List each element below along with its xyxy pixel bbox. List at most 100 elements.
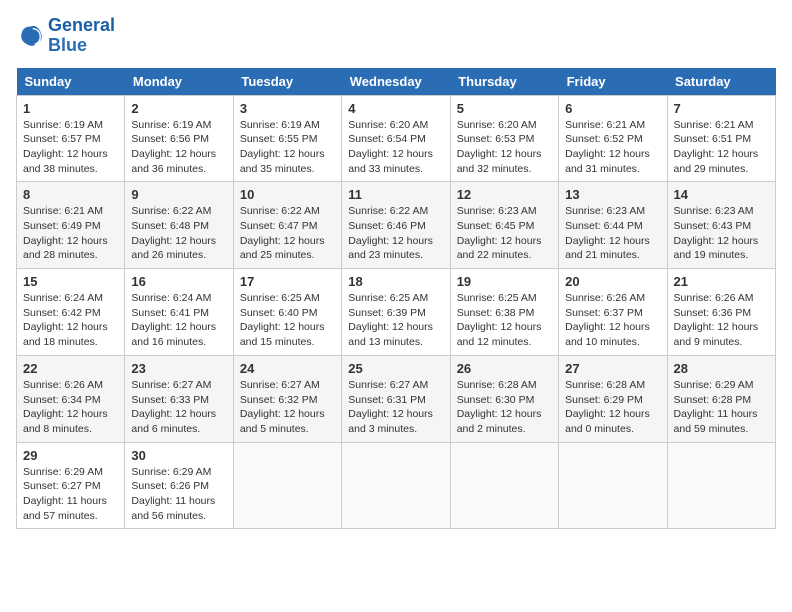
day-info: Sunrise: 6:25 AMSunset: 6:40 PMDaylight:… [240, 292, 325, 348]
table-row [233, 442, 341, 529]
day-info: Sunrise: 6:27 AMSunset: 6:31 PMDaylight:… [348, 379, 433, 435]
day-number: 30 [131, 448, 226, 463]
day-number: 29 [23, 448, 118, 463]
day-number: 24 [240, 361, 335, 376]
column-header-tuesday: Tuesday [233, 68, 341, 96]
column-header-thursday: Thursday [450, 68, 558, 96]
calendar-header-row: SundayMondayTuesdayWednesdayThursdayFrid… [17, 68, 776, 96]
day-info: Sunrise: 6:28 AMSunset: 6:29 PMDaylight:… [565, 379, 650, 435]
day-info: Sunrise: 6:25 AMSunset: 6:39 PMDaylight:… [348, 292, 433, 348]
day-number: 18 [348, 274, 443, 289]
day-number: 26 [457, 361, 552, 376]
day-number: 28 [674, 361, 769, 376]
day-info: Sunrise: 6:27 AMSunset: 6:33 PMDaylight:… [131, 379, 216, 435]
day-info: Sunrise: 6:23 AMSunset: 6:43 PMDaylight:… [674, 205, 759, 261]
table-row: 3 Sunrise: 6:19 AMSunset: 6:55 PMDayligh… [233, 95, 341, 182]
day-number: 27 [565, 361, 660, 376]
logo-general: General [48, 15, 115, 35]
day-info: Sunrise: 6:24 AMSunset: 6:42 PMDaylight:… [23, 292, 108, 348]
day-info: Sunrise: 6:28 AMSunset: 6:30 PMDaylight:… [457, 379, 542, 435]
table-row: 10 Sunrise: 6:22 AMSunset: 6:47 PMDaylig… [233, 182, 341, 269]
calendar-week-row: 1 Sunrise: 6:19 AMSunset: 6:57 PMDayligh… [17, 95, 776, 182]
table-row: 22 Sunrise: 6:26 AMSunset: 6:34 PMDaylig… [17, 355, 125, 442]
table-row: 18 Sunrise: 6:25 AMSunset: 6:39 PMDaylig… [342, 269, 450, 356]
table-row: 5 Sunrise: 6:20 AMSunset: 6:53 PMDayligh… [450, 95, 558, 182]
table-row: 15 Sunrise: 6:24 AMSunset: 6:42 PMDaylig… [17, 269, 125, 356]
day-info: Sunrise: 6:19 AMSunset: 6:55 PMDaylight:… [240, 119, 325, 175]
day-info: Sunrise: 6:23 AMSunset: 6:44 PMDaylight:… [565, 205, 650, 261]
day-info: Sunrise: 6:21 AMSunset: 6:52 PMDaylight:… [565, 119, 650, 175]
table-row: 20 Sunrise: 6:26 AMSunset: 6:37 PMDaylig… [559, 269, 667, 356]
day-info: Sunrise: 6:26 AMSunset: 6:37 PMDaylight:… [565, 292, 650, 348]
day-number: 21 [674, 274, 769, 289]
day-info: Sunrise: 6:21 AMSunset: 6:51 PMDaylight:… [674, 119, 759, 175]
column-header-wednesday: Wednesday [342, 68, 450, 96]
table-row: 24 Sunrise: 6:27 AMSunset: 6:32 PMDaylig… [233, 355, 341, 442]
table-row: 30 Sunrise: 6:29 AMSunset: 6:26 PMDaylig… [125, 442, 233, 529]
day-number: 11 [348, 187, 443, 202]
day-info: Sunrise: 6:21 AMSunset: 6:49 PMDaylight:… [23, 205, 108, 261]
calendar-week-row: 15 Sunrise: 6:24 AMSunset: 6:42 PMDaylig… [17, 269, 776, 356]
day-number: 12 [457, 187, 552, 202]
day-info: Sunrise: 6:23 AMSunset: 6:45 PMDaylight:… [457, 205, 542, 261]
day-info: Sunrise: 6:22 AMSunset: 6:46 PMDaylight:… [348, 205, 433, 261]
table-row: 6 Sunrise: 6:21 AMSunset: 6:52 PMDayligh… [559, 95, 667, 182]
day-number: 8 [23, 187, 118, 202]
day-info: Sunrise: 6:29 AMSunset: 6:27 PMDaylight:… [23, 466, 107, 522]
table-row: 2 Sunrise: 6:19 AMSunset: 6:56 PMDayligh… [125, 95, 233, 182]
day-number: 23 [131, 361, 226, 376]
day-info: Sunrise: 6:26 AMSunset: 6:34 PMDaylight:… [23, 379, 108, 435]
day-info: Sunrise: 6:20 AMSunset: 6:54 PMDaylight:… [348, 119, 433, 175]
day-number: 22 [23, 361, 118, 376]
table-row: 12 Sunrise: 6:23 AMSunset: 6:45 PMDaylig… [450, 182, 558, 269]
table-row: 7 Sunrise: 6:21 AMSunset: 6:51 PMDayligh… [667, 95, 775, 182]
table-row: 13 Sunrise: 6:23 AMSunset: 6:44 PMDaylig… [559, 182, 667, 269]
logo-icon [16, 22, 44, 50]
table-row: 9 Sunrise: 6:22 AMSunset: 6:48 PMDayligh… [125, 182, 233, 269]
day-number: 6 [565, 101, 660, 116]
table-row: 17 Sunrise: 6:25 AMSunset: 6:40 PMDaylig… [233, 269, 341, 356]
day-number: 5 [457, 101, 552, 116]
day-number: 14 [674, 187, 769, 202]
table-row [450, 442, 558, 529]
table-row [559, 442, 667, 529]
day-info: Sunrise: 6:19 AMSunset: 6:57 PMDaylight:… [23, 119, 108, 175]
table-row: 16 Sunrise: 6:24 AMSunset: 6:41 PMDaylig… [125, 269, 233, 356]
day-number: 1 [23, 101, 118, 116]
day-number: 17 [240, 274, 335, 289]
table-row [342, 442, 450, 529]
calendar-week-row: 8 Sunrise: 6:21 AMSunset: 6:49 PMDayligh… [17, 182, 776, 269]
table-row: 4 Sunrise: 6:20 AMSunset: 6:54 PMDayligh… [342, 95, 450, 182]
day-info: Sunrise: 6:24 AMSunset: 6:41 PMDaylight:… [131, 292, 216, 348]
page-header: General Blue [16, 16, 776, 56]
table-row: 23 Sunrise: 6:27 AMSunset: 6:33 PMDaylig… [125, 355, 233, 442]
day-info: Sunrise: 6:25 AMSunset: 6:38 PMDaylight:… [457, 292, 542, 348]
table-row: 27 Sunrise: 6:28 AMSunset: 6:29 PMDaylig… [559, 355, 667, 442]
day-number: 13 [565, 187, 660, 202]
logo: General Blue [16, 16, 115, 56]
table-row: 19 Sunrise: 6:25 AMSunset: 6:38 PMDaylig… [450, 269, 558, 356]
table-row: 1 Sunrise: 6:19 AMSunset: 6:57 PMDayligh… [17, 95, 125, 182]
table-row: 21 Sunrise: 6:26 AMSunset: 6:36 PMDaylig… [667, 269, 775, 356]
day-number: 16 [131, 274, 226, 289]
day-number: 10 [240, 187, 335, 202]
day-number: 25 [348, 361, 443, 376]
table-row: 29 Sunrise: 6:29 AMSunset: 6:27 PMDaylig… [17, 442, 125, 529]
day-info: Sunrise: 6:27 AMSunset: 6:32 PMDaylight:… [240, 379, 325, 435]
day-number: 9 [131, 187, 226, 202]
column-header-saturday: Saturday [667, 68, 775, 96]
day-number: 7 [674, 101, 769, 116]
logo-blue: Blue [48, 35, 87, 55]
day-number: 15 [23, 274, 118, 289]
table-row: 8 Sunrise: 6:21 AMSunset: 6:49 PMDayligh… [17, 182, 125, 269]
day-info: Sunrise: 6:29 AMSunset: 6:26 PMDaylight:… [131, 466, 215, 522]
calendar-table: SundayMondayTuesdayWednesdayThursdayFrid… [16, 68, 776, 530]
day-info: Sunrise: 6:22 AMSunset: 6:47 PMDaylight:… [240, 205, 325, 261]
day-number: 2 [131, 101, 226, 116]
day-info: Sunrise: 6:22 AMSunset: 6:48 PMDaylight:… [131, 205, 216, 261]
day-info: Sunrise: 6:29 AMSunset: 6:28 PMDaylight:… [674, 379, 758, 435]
table-row [667, 442, 775, 529]
calendar-week-row: 22 Sunrise: 6:26 AMSunset: 6:34 PMDaylig… [17, 355, 776, 442]
table-row: 14 Sunrise: 6:23 AMSunset: 6:43 PMDaylig… [667, 182, 775, 269]
day-number: 4 [348, 101, 443, 116]
